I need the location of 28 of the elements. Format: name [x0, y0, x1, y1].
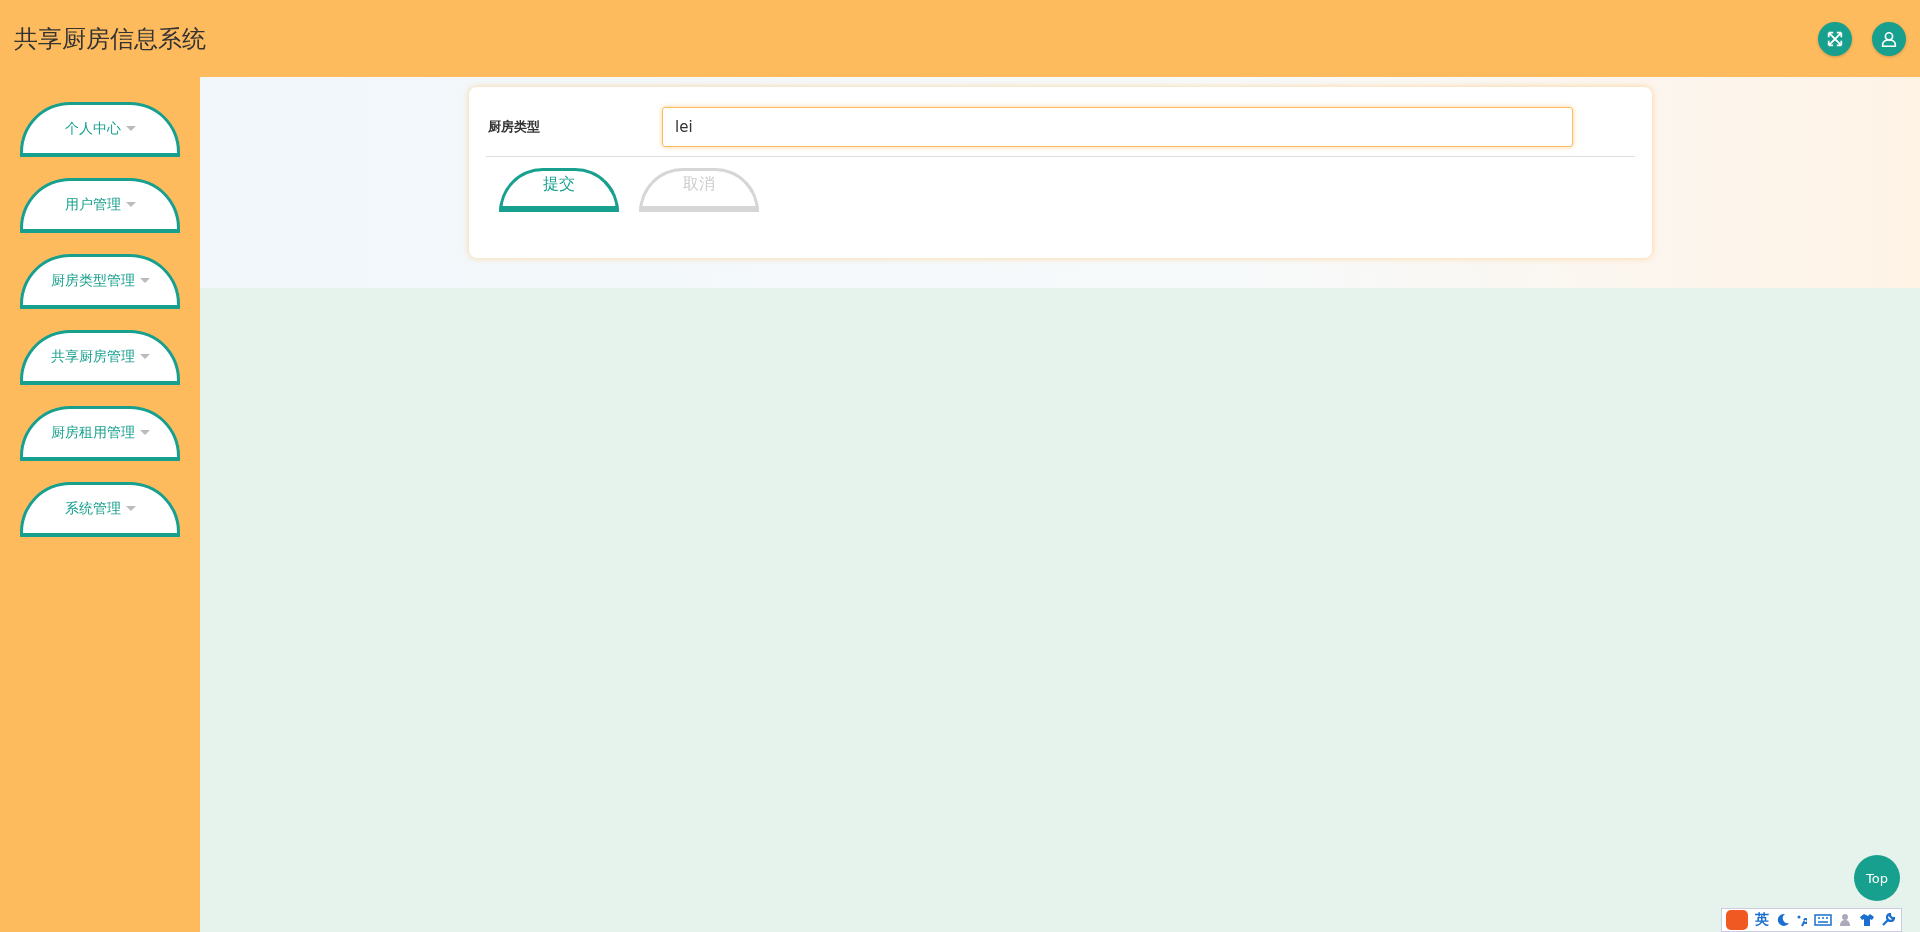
menu-item[interactable]: 厨房类型管理	[20, 254, 180, 309]
field-label: 厨房类型	[487, 118, 541, 136]
caret-icon	[125, 506, 136, 512]
keyboard-icon[interactable]	[1814, 914, 1832, 926]
caret-icon	[125, 202, 136, 208]
input-field[interactable]: lei	[662, 107, 1573, 147]
caret-icon	[139, 278, 150, 284]
expand-arrows-icon	[1826, 29, 1844, 48]
menu-item[interactable]: 共享厨房管理	[20, 330, 180, 385]
menu-item[interactable]: 厨房租用管理	[20, 406, 180, 461]
ime-mode[interactable]: 英	[1755, 911, 1769, 929]
menu-item[interactable]: 个人中心	[20, 102, 180, 157]
app-title: 共享厨房信息系统	[14, 23, 206, 55]
menu-item[interactable]: 用户管理	[20, 178, 180, 233]
submit-button[interactable]: 提交	[499, 168, 619, 212]
shirt-icon[interactable]	[1860, 913, 1874, 927]
punctuation-icon[interactable]	[1797, 913, 1807, 927]
caret-icon	[139, 354, 150, 360]
back-to-top-button[interactable]: Top	[1854, 855, 1900, 901]
caret-icon	[125, 126, 136, 132]
fullscreen-button[interactable]	[1818, 21, 1852, 56]
menu-item[interactable]: 系统管理	[20, 482, 180, 537]
wrench-icon[interactable]	[1881, 913, 1895, 927]
moon-icon[interactable]	[1776, 913, 1790, 927]
ime-logo-icon	[1726, 910, 1748, 930]
user-button[interactable]	[1872, 21, 1906, 56]
user-icon	[1880, 29, 1898, 48]
caret-icon	[139, 430, 150, 436]
